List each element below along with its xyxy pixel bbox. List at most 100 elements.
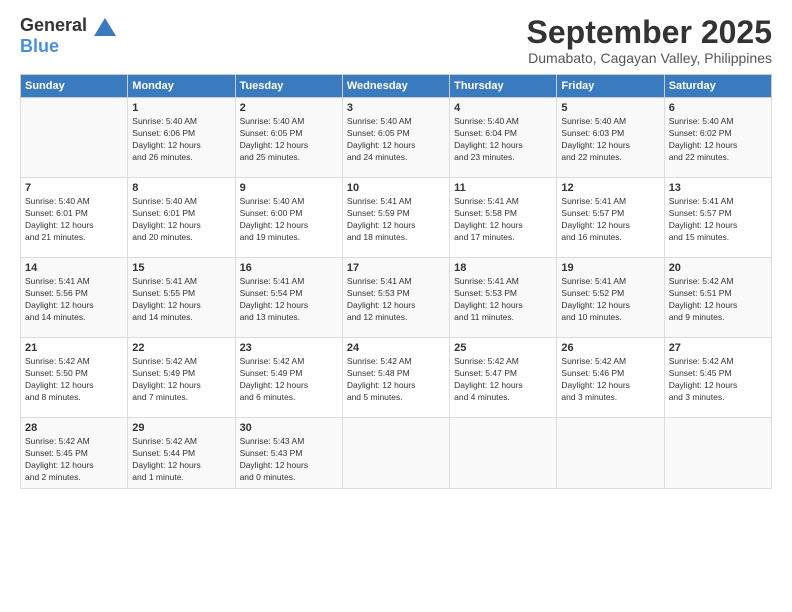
day-number: 16 [240, 262, 338, 274]
table-row: 5 Sunrise: 5:40 AM Sunset: 6:03 PM Daylig… [557, 98, 664, 178]
table-row [664, 418, 771, 489]
day-info: Sunrise: 5:41 AM Sunset: 5:57 PM Dayligh… [669, 196, 767, 244]
table-row [21, 98, 128, 178]
day-number: 28 [25, 422, 123, 434]
day-info: Sunrise: 5:41 AM Sunset: 5:57 PM Dayligh… [561, 196, 659, 244]
day-info: Sunrise: 5:41 AM Sunset: 5:56 PM Dayligh… [25, 276, 123, 324]
table-row: 22 Sunrise: 5:42 AM Sunset: 5:49 PM Dayli… [128, 338, 235, 418]
calendar-table: Sunday Monday Tuesday Wednesday Thursday… [20, 74, 772, 489]
table-row: 15 Sunrise: 5:41 AM Sunset: 5:55 PM Dayli… [128, 258, 235, 338]
table-row: 23 Sunrise: 5:42 AM Sunset: 5:49 PM Dayli… [235, 338, 342, 418]
logo-line2: Blue [20, 36, 118, 57]
day-info: Sunrise: 5:40 AM Sunset: 6:05 PM Dayligh… [347, 116, 445, 164]
day-info: Sunrise: 5:41 AM Sunset: 5:55 PM Dayligh… [132, 276, 230, 324]
day-number: 23 [240, 342, 338, 354]
table-row: 6 Sunrise: 5:40 AM Sunset: 6:02 PM Daylig… [664, 98, 771, 178]
col-thursday: Thursday [450, 75, 557, 98]
day-number: 12 [561, 182, 659, 194]
day-info: Sunrise: 5:42 AM Sunset: 5:51 PM Dayligh… [669, 276, 767, 324]
day-info: Sunrise: 5:40 AM Sunset: 6:02 PM Dayligh… [669, 116, 767, 164]
day-number: 15 [132, 262, 230, 274]
day-info: Sunrise: 5:42 AM Sunset: 5:48 PM Dayligh… [347, 356, 445, 404]
day-info: Sunrise: 5:40 AM Sunset: 6:05 PM Dayligh… [240, 116, 338, 164]
table-row: 29 Sunrise: 5:42 AM Sunset: 5:44 PM Dayli… [128, 418, 235, 489]
day-number: 5 [561, 102, 659, 114]
table-row: 7Sunrise: 5:40 AM Sunset: 6:01 PM Daylig… [21, 178, 128, 258]
table-row: 28Sunrise: 5:42 AM Sunset: 5:45 PM Dayli… [21, 418, 128, 489]
table-row: 20Sunrise: 5:42 AM Sunset: 5:51 PM Dayli… [664, 258, 771, 338]
day-number: 11 [454, 182, 552, 194]
table-row: 9 Sunrise: 5:40 AM Sunset: 6:00 PM Daylig… [235, 178, 342, 258]
location-subtitle: Dumabato, Cagayan Valley, Philippines [527, 50, 772, 66]
day-info: Sunrise: 5:42 AM Sunset: 5:49 PM Dayligh… [240, 356, 338, 404]
day-number: 27 [669, 342, 767, 354]
day-number: 22 [132, 342, 230, 354]
day-number: 13 [669, 182, 767, 194]
table-row: 25 Sunrise: 5:42 AM Sunset: 5:47 PM Dayli… [450, 338, 557, 418]
table-row: 27 Sunrise: 5:42 AM Sunset: 5:45 PM Dayli… [664, 338, 771, 418]
day-info: Sunrise: 5:40 AM Sunset: 6:04 PM Dayligh… [454, 116, 552, 164]
day-number: 25 [454, 342, 552, 354]
day-number: 8 [132, 182, 230, 194]
table-row: 8 Sunrise: 5:40 AM Sunset: 6:01 PM Daylig… [128, 178, 235, 258]
day-info: Sunrise: 5:42 AM Sunset: 5:47 PM Dayligh… [454, 356, 552, 404]
day-info: Sunrise: 5:40 AM Sunset: 6:06 PM Dayligh… [132, 116, 230, 164]
header-row: Sunday Monday Tuesday Wednesday Thursday… [21, 75, 772, 98]
day-info: Sunrise: 5:41 AM Sunset: 5:52 PM Dayligh… [561, 276, 659, 324]
day-info: Sunrise: 5:41 AM Sunset: 5:53 PM Dayligh… [454, 276, 552, 324]
day-number: 9 [240, 182, 338, 194]
day-number: 10 [347, 182, 445, 194]
table-row: 10Sunrise: 5:41 AM Sunset: 5:59 PM Dayli… [342, 178, 449, 258]
day-info: Sunrise: 5:42 AM Sunset: 5:45 PM Dayligh… [669, 356, 767, 404]
day-info: Sunrise: 5:43 AM Sunset: 5:43 PM Dayligh… [240, 436, 338, 484]
day-info: Sunrise: 5:40 AM Sunset: 6:03 PM Dayligh… [561, 116, 659, 164]
day-number: 4 [454, 102, 552, 114]
day-number: 17 [347, 262, 445, 274]
col-saturday: Saturday [664, 75, 771, 98]
day-info: Sunrise: 5:42 AM Sunset: 5:50 PM Dayligh… [25, 356, 123, 404]
table-row: 21 Sunrise: 5:42 AM Sunset: 5:50 PM Dayli… [21, 338, 128, 418]
day-info: Sunrise: 5:42 AM Sunset: 5:46 PM Dayligh… [561, 356, 659, 404]
col-tuesday: Tuesday [235, 75, 342, 98]
day-info: Sunrise: 5:41 AM Sunset: 5:53 PM Dayligh… [347, 276, 445, 324]
table-row: 11 Sunrise: 5:41 AM Sunset: 5:58 PM Dayli… [450, 178, 557, 258]
day-number: 26 [561, 342, 659, 354]
day-number: 18 [454, 262, 552, 274]
day-info: Sunrise: 5:42 AM Sunset: 5:44 PM Dayligh… [132, 436, 230, 484]
day-number: 1 [132, 102, 230, 114]
header: General Blue September 2025 Dumabato, Ca… [20, 15, 772, 66]
table-row [450, 418, 557, 489]
day-number: 7 [25, 182, 123, 194]
day-number: 30 [240, 422, 338, 434]
logo-line1: General [20, 15, 118, 36]
table-row: 19 Sunrise: 5:41 AM Sunset: 5:52 PM Dayli… [557, 258, 664, 338]
table-row: 17 Sunrise: 5:41 AM Sunset: 5:53 PM Dayli… [342, 258, 449, 338]
table-row: 26 Sunrise: 5:42 AM Sunset: 5:46 PM Dayli… [557, 338, 664, 418]
col-sunday: Sunday [21, 75, 128, 98]
day-number: 19 [561, 262, 659, 274]
day-number: 6 [669, 102, 767, 114]
month-title: September 2025 [527, 15, 772, 50]
logo-blue: Blue [20, 36, 59, 56]
page: General Blue September 2025 Dumabato, Ca… [0, 0, 792, 612]
title-block: September 2025 Dumabato, Cagayan Valley,… [527, 15, 772, 66]
table-row: 30 Sunrise: 5:43 AM Sunset: 5:43 PM Dayli… [235, 418, 342, 489]
logo-text: General Blue [20, 15, 118, 57]
day-info: Sunrise: 5:41 AM Sunset: 5:58 PM Dayligh… [454, 196, 552, 244]
table-row [342, 418, 449, 489]
table-row: 14Sunrise: 5:41 AM Sunset: 5:56 PM Dayli… [21, 258, 128, 338]
day-info: Sunrise: 5:40 AM Sunset: 6:01 PM Dayligh… [132, 196, 230, 244]
col-monday: Monday [128, 75, 235, 98]
col-wednesday: Wednesday [342, 75, 449, 98]
table-row: 16Sunrise: 5:41 AM Sunset: 5:54 PM Dayli… [235, 258, 342, 338]
table-row: 18 Sunrise: 5:41 AM Sunset: 5:53 PM Dayli… [450, 258, 557, 338]
logo-general: General [20, 15, 87, 35]
day-info: Sunrise: 5:40 AM Sunset: 6:00 PM Dayligh… [240, 196, 338, 244]
day-number: 24 [347, 342, 445, 354]
day-number: 29 [132, 422, 230, 434]
day-number: 21 [25, 342, 123, 354]
day-info: Sunrise: 5:42 AM Sunset: 5:49 PM Dayligh… [132, 356, 230, 404]
table-row: 3Sunrise: 5:40 AM Sunset: 6:05 PM Daylig… [342, 98, 449, 178]
logo-icon [94, 18, 116, 36]
col-friday: Friday [557, 75, 664, 98]
